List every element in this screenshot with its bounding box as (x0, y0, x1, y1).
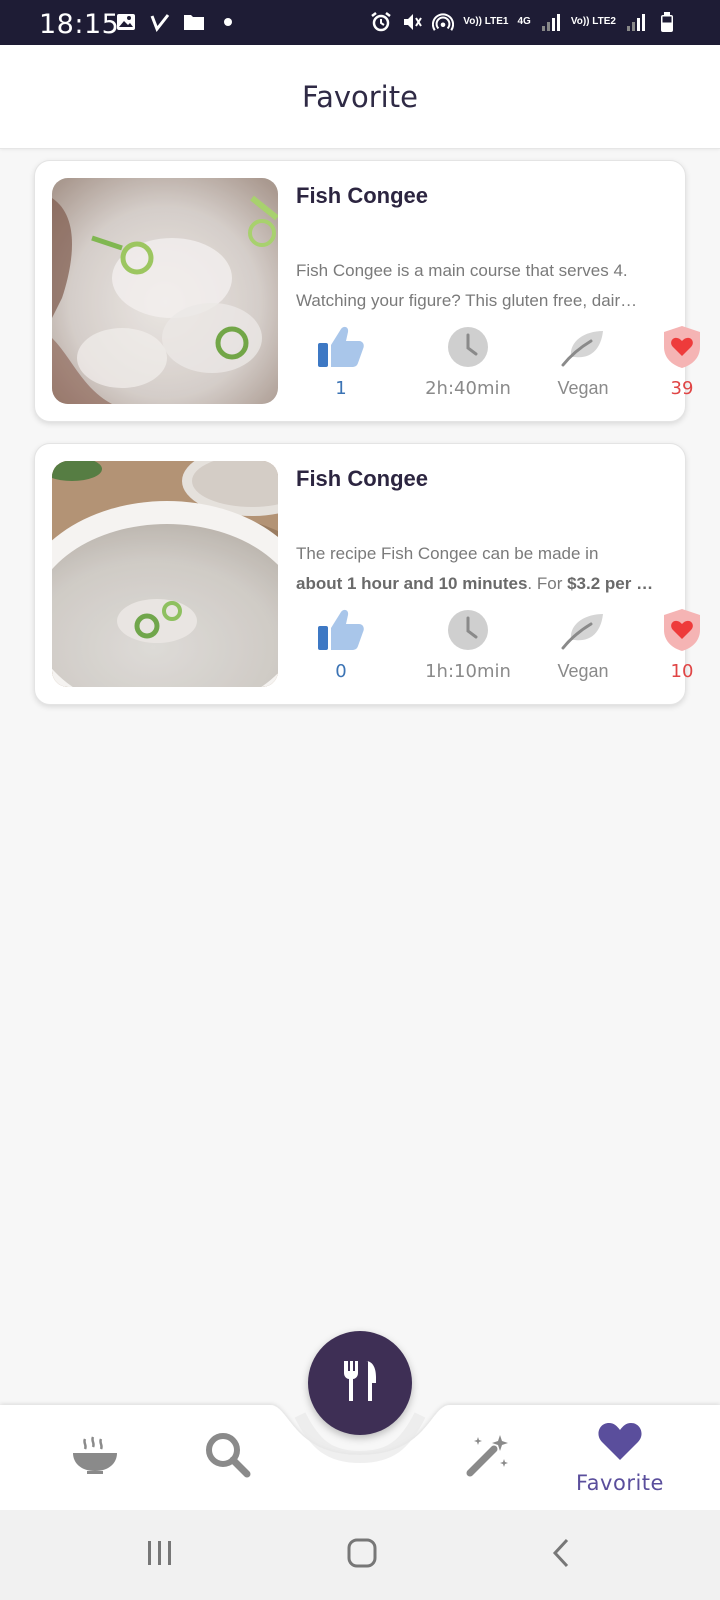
home-icon (346, 1537, 378, 1574)
battery-icon (656, 11, 678, 33)
leaf-icon (528, 607, 638, 653)
heart-icon (596, 1420, 644, 1467)
dot-icon (217, 11, 239, 33)
alarm-icon (370, 11, 392, 33)
back-button[interactable] (522, 1510, 602, 1600)
thumbs-up-icon (286, 607, 396, 653)
network-2-label: Vo)) LTE2 (570, 16, 616, 27)
system-nav-bar (0, 1510, 720, 1600)
search-icon (204, 1431, 252, 1484)
favorites-metric[interactable]: 10 (627, 607, 720, 682)
recipe-image (52, 178, 278, 404)
likes-count: 0 (335, 661, 347, 682)
recipe-image (52, 461, 278, 687)
signal-1-icon (540, 11, 562, 33)
recipes-bowl-icon (71, 1435, 119, 1480)
recipe-card[interactable]: Fish Congee The recipe Fish Congee can b… (34, 443, 700, 705)
time-metric: 2h:40min (413, 324, 523, 399)
favorites-count: 10 (670, 661, 694, 682)
clock-icon (413, 607, 523, 653)
time-metric: 1h:10min (413, 607, 523, 682)
nav-search[interactable] (188, 1404, 268, 1510)
recipe-title: Fish Congee (296, 466, 429, 491)
nav-favorite[interactable]: Favorite (560, 1404, 680, 1510)
recipe-title: Fish Congee (296, 183, 429, 208)
fork-knife-icon (340, 1359, 380, 1408)
heart-shield-icon (627, 324, 720, 370)
mute-icon (401, 11, 423, 33)
recipe-description: The recipe Fish Congee can be made in ab… (296, 544, 654, 593)
hotspot-icon (432, 11, 455, 33)
recipe-description: Fish Congee is a main course that serves… (296, 261, 638, 310)
magic-wand-icon (464, 1431, 512, 1484)
nav-recipes[interactable] (55, 1404, 135, 1510)
cook-time: 1h:10min (425, 661, 511, 682)
recipe-card[interactable]: Fish Congee Fish Congee is a main course… (34, 160, 700, 422)
check-icon (149, 11, 171, 33)
favorites-count: 39 (670, 378, 694, 399)
diet-label: Vegan (557, 378, 609, 398)
network-type-label: 4G (517, 16, 531, 27)
app-header: Favorite (0, 45, 720, 149)
likes-metric[interactable]: 1 (286, 324, 396, 399)
signal-2-icon (625, 11, 647, 33)
recent-apps-button[interactable] (120, 1510, 200, 1600)
cook-time: 2h:40min (425, 378, 511, 399)
folder-icon (183, 11, 205, 33)
nav-favorite-label: Favorite (576, 1470, 664, 1495)
recent-apps-icon (145, 1538, 175, 1573)
page-title: Favorite (302, 80, 418, 114)
diet-label: Vegan (557, 661, 609, 681)
nav-magic[interactable] (448, 1404, 528, 1510)
clock-icon (413, 324, 523, 370)
home-button[interactable] (322, 1510, 402, 1600)
leaf-icon (528, 324, 638, 370)
fab-button[interactable] (308, 1331, 412, 1435)
likes-count: 1 (335, 378, 347, 399)
likes-metric[interactable]: 0 (286, 607, 396, 682)
heart-shield-icon (627, 607, 720, 653)
status-bar: 18:15 Vo)) LTE1 4G Vo)) LTE2 (0, 0, 720, 45)
network-1-label: Vo)) LTE1 (463, 16, 509, 27)
vegan-metric: Vegan (528, 607, 638, 682)
back-icon (547, 1537, 577, 1574)
status-time: 18:15 (39, 9, 120, 40)
vegan-metric: Vegan (528, 324, 638, 399)
favorites-metric[interactable]: 39 (627, 324, 720, 399)
gallery-icon (115, 11, 137, 33)
thumbs-up-icon (286, 324, 396, 370)
